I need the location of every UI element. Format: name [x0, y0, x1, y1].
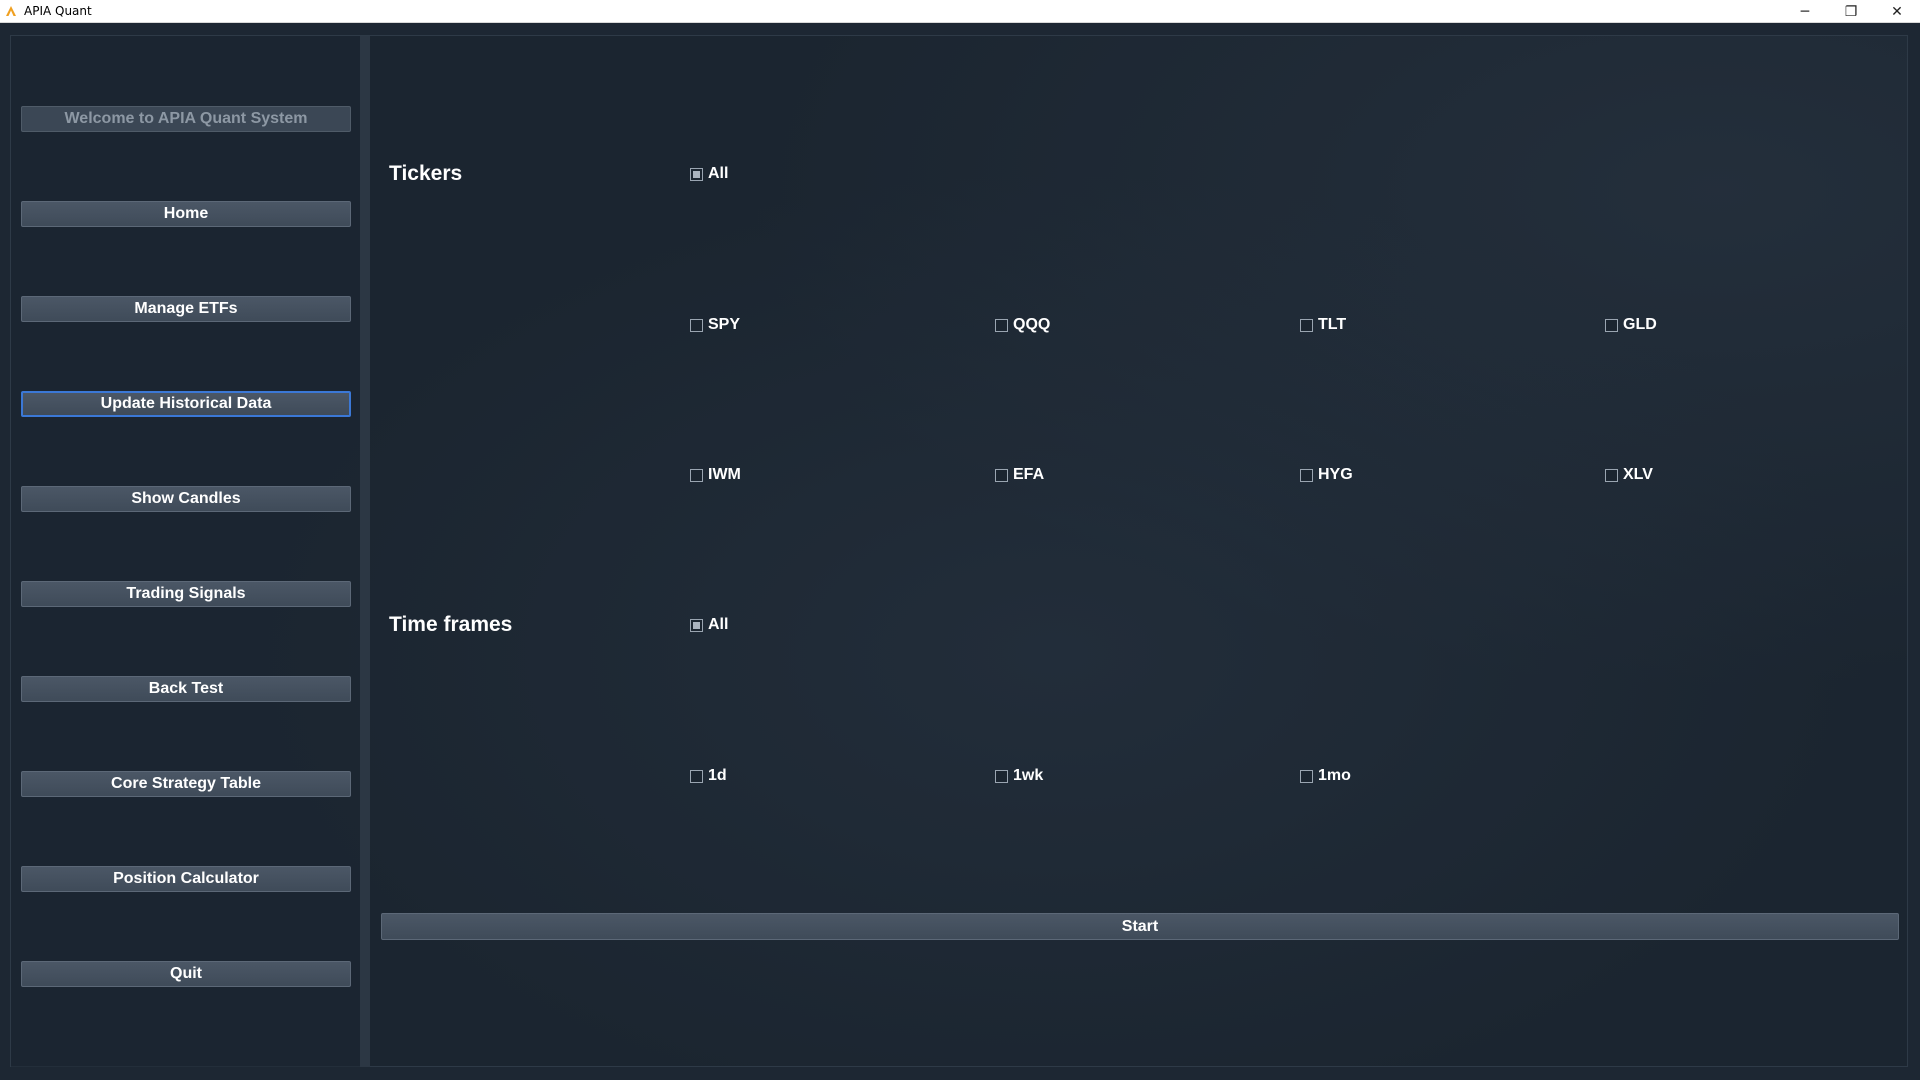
checkbox-label: IWM	[708, 466, 741, 483]
timeframes-title: Time frames	[389, 613, 513, 636]
checkbox-box[interactable]	[690, 769, 703, 783]
app-logo-icon	[4, 4, 18, 18]
ticker-checkbox-iwm[interactable]: IWM	[690, 465, 741, 485]
ticker-checkbox-spy[interactable]: SPY	[690, 315, 740, 335]
checkbox-box[interactable]	[995, 769, 1008, 783]
close-button[interactable]: ✕	[1874, 0, 1920, 23]
checkbox-box[interactable]	[1300, 318, 1313, 332]
checkbox-box[interactable]	[995, 318, 1008, 332]
tickers-title: Tickers	[389, 162, 463, 185]
ticker-checkbox-xlv[interactable]: XLV	[1605, 465, 1653, 485]
checkbox-label: HYG	[1318, 466, 1353, 483]
quit-button[interactable]: Quit	[21, 961, 351, 987]
checkbox-box[interactable]	[690, 167, 703, 181]
window-controls: ─ ❐ ✕	[1782, 0, 1920, 23]
checkbox-label: QQQ	[1013, 316, 1051, 333]
trading-signals-button[interactable]: Trading Signals	[21, 581, 351, 607]
checkbox-box[interactable]	[995, 468, 1008, 482]
ticker-checkbox-tlt[interactable]: TLT	[1300, 315, 1346, 335]
timeframes-all-checkbox[interactable]: All	[690, 615, 728, 635]
ticker-checkbox-hyg[interactable]: HYG	[1300, 465, 1353, 485]
manage-etfs-button[interactable]: Manage ETFs	[21, 296, 351, 322]
checkbox-label: TLT	[1318, 316, 1347, 333]
home-button[interactable]: Home	[21, 201, 351, 227]
checkbox-label: 1d	[708, 767, 727, 784]
sidebar	[11, 36, 360, 1067]
checkbox-label: All	[708, 165, 729, 182]
timeframe-checkbox-1d[interactable]: 1d	[690, 766, 727, 786]
core-strategy-table-button[interactable]: Core Strategy Table	[21, 771, 351, 797]
start-button[interactable]: Start	[381, 913, 1899, 940]
ticker-checkbox-efa[interactable]: EFA	[995, 465, 1044, 485]
checkbox-box[interactable]	[1605, 318, 1618, 332]
checkbox-label: 1mo	[1318, 767, 1351, 784]
checkbox-box[interactable]	[690, 618, 703, 632]
checkbox-label: All	[708, 616, 729, 633]
checkbox-label: EFA	[1013, 466, 1045, 483]
timeframe-checkbox-1mo[interactable]: 1mo	[1300, 766, 1351, 786]
checkbox-box[interactable]	[690, 468, 703, 482]
restore-button[interactable]: ❐	[1828, 0, 1874, 23]
checkbox-box[interactable]	[1300, 468, 1313, 482]
tickers-all-checkbox[interactable]: All	[690, 164, 728, 184]
checkbox-label: XLV	[1623, 466, 1653, 483]
checkbox-box[interactable]	[690, 318, 703, 332]
checkbox-label: SPY	[708, 316, 741, 333]
show-candles-button[interactable]: Show Candles	[21, 486, 351, 512]
window-title: APIA Quant	[24, 4, 92, 18]
back-test-button[interactable]: Back Test	[21, 676, 351, 702]
sidebar-splitter[interactable]	[360, 36, 370, 1067]
ticker-checkbox-qqq[interactable]: QQQ	[995, 315, 1050, 335]
title-bar: APIA Quant ─ ❐ ✕	[0, 0, 1920, 23]
checkbox-box[interactable]	[1300, 769, 1313, 783]
ticker-checkbox-gld[interactable]: GLD	[1605, 315, 1657, 335]
timeframe-checkbox-1wk[interactable]: 1wk	[995, 766, 1043, 786]
minimize-button[interactable]: ─	[1782, 0, 1828, 23]
position-calculator-button[interactable]: Position Calculator	[21, 866, 351, 892]
checkbox-label: 1wk	[1013, 767, 1044, 784]
update-historical-data-button[interactable]: Update Historical Data	[21, 391, 351, 417]
checkbox-label: GLD	[1623, 316, 1657, 333]
welcome-label: Welcome to APIA Quant System	[21, 106, 351, 132]
checkbox-box[interactable]	[1605, 468, 1618, 482]
